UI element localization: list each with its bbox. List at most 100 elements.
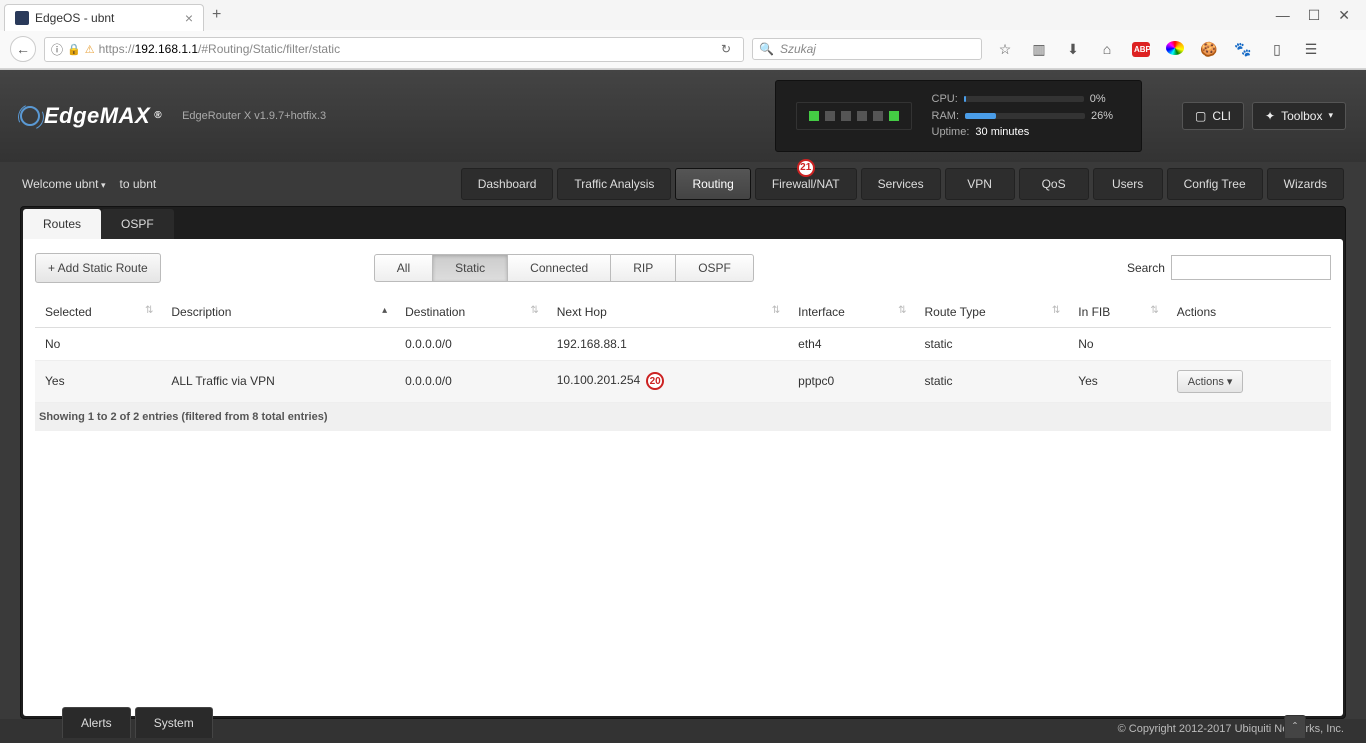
cli-label: CLI [1212,109,1231,123]
col-next-hop[interactable]: Next Hop [547,297,788,328]
cpu-bar [964,96,1084,102]
extension-paw-icon[interactable]: 🐾 [1234,41,1252,58]
filter-static[interactable]: Static [433,254,508,282]
stat-readouts: CPU: 0% RAM: 26% Uptime: 30 minutes [932,91,1122,141]
col-in-fib[interactable]: In FIB [1068,297,1167,328]
port-led-icon [809,111,819,121]
close-window-icon[interactable]: ✕ [1338,7,1350,24]
cpu-label: CPU: [932,91,958,108]
home-icon[interactable]: ⌂ [1098,41,1116,57]
toolbox-label: Toolbox [1281,109,1322,123]
table-search: Search [1127,255,1331,280]
nav-dashboard[interactable]: Dashboard [461,168,554,200]
sidebar-icon[interactable]: ▯ [1268,41,1286,58]
filter-all[interactable]: All [374,254,433,282]
header-buttons: ▢ CLI ✦ Toolbox ▾ [1182,102,1346,130]
device-model: EdgeRouter X v1.9.7+hotfix.3 [182,110,326,122]
row-actions-button[interactable]: Actions ▾ [1177,370,1244,393]
bookmark-star-icon[interactable]: ☆ [996,41,1014,58]
ram-bar [965,113,1085,119]
filter-ospf[interactable]: OSPF [676,254,754,282]
toolbox-button[interactable]: ✦ Toolbox ▾ [1252,102,1346,130]
lock-icon: 🔒 [67,43,81,56]
col-description[interactable]: Description [161,297,395,328]
nav-firewall-nat[interactable]: Firewall/NAT21 [755,168,857,200]
nav-qos[interactable]: QoS [1019,168,1089,200]
search-input[interactable] [1171,255,1331,280]
library-icon[interactable]: ▥ [1030,41,1048,58]
bottom-bar: Alerts System ˆ [0,707,1366,738]
table-footer: Showing 1 to 2 of 2 entries (filtered fr… [35,403,1331,431]
tab-bar: EdgeOS - ubnt × + — ☐ ✕ [0,0,1366,30]
browser-search[interactable]: 🔍 Szukaj [752,38,982,60]
collapse-button[interactable]: ˆ [1284,715,1306,738]
port-led-icon [841,111,851,121]
new-tab-button[interactable]: + [204,6,229,24]
search-placeholder: Szukaj [780,42,816,56]
filter-rip[interactable]: RIP [611,254,676,282]
nav-services[interactable]: Services [861,168,941,200]
browser-tab[interactable]: EdgeOS - ubnt × [4,4,204,31]
nav-config-tree[interactable]: Config Tree [1167,168,1263,200]
nav-users[interactable]: Users [1093,168,1163,200]
downloads-icon[interactable]: ⬇ [1064,41,1082,58]
nav-vpn[interactable]: VPN [945,168,1015,200]
col-interface[interactable]: Interface [788,297,914,328]
url-field[interactable]: ⓘ 🔒 ⚠ https://192.168.1.1/#Routing/Stati… [44,37,744,62]
subtab-routes[interactable]: Routes [23,209,101,239]
welcome-bar: Welcome ubnt to ubnt DashboardTraffic An… [0,162,1366,200]
back-button[interactable]: ← [10,36,36,62]
col-selected[interactable]: Selected [35,297,161,328]
maximize-icon[interactable]: ☐ [1308,7,1321,24]
nav-wizards[interactable]: Wizards [1267,168,1344,200]
url-path: /#Routing/Static/filter/static [198,42,340,56]
address-bar: ← ⓘ 🔒 ⚠ https://192.168.1.1/#Routing/Sta… [0,30,1366,69]
port-led-icon [825,111,835,121]
adblock-icon[interactable]: ABP [1132,42,1150,57]
logo-globe-icon [20,106,40,126]
add-static-route-button[interactable]: + Add Static Route [35,253,161,283]
main-nav: DashboardTraffic AnalysisRoutingFirewall… [461,168,1344,200]
welcome-user-dropdown[interactable]: Welcome ubnt [22,177,106,191]
port-led-icon [889,111,899,121]
nav-traffic-analysis[interactable]: Traffic Analysis [557,168,671,200]
alerts-tab[interactable]: Alerts [62,707,131,738]
cell: eth4 [788,327,914,360]
logo-text: EdgeMAX [44,103,150,129]
extension-cookie-icon[interactable]: 🍪 [1200,41,1218,58]
col-actions[interactable]: Actions [1167,297,1331,328]
search-label: Search [1127,261,1165,275]
cli-button[interactable]: ▢ CLI [1182,102,1244,130]
info-icon[interactable]: ⓘ [51,41,63,58]
app-root: EdgeMAX® EdgeRouter X v1.9.7+hotfix.3 CP… [0,70,1366,743]
reload-icon[interactable]: ↻ [715,42,737,56]
cell: pptpc0 [788,360,914,402]
port-led-icon [857,111,867,121]
table-row: No0.0.0.0/0192.168.88.1eth4staticNo [35,327,1331,360]
cell: 0.0.0.0/0 [395,327,547,360]
filter-connected[interactable]: Connected [508,254,611,282]
cell: Yes [1068,360,1167,402]
subtab-ospf[interactable]: OSPF [101,209,174,239]
security-warning-icon: ⚠ [85,43,95,56]
close-tab-icon[interactable]: × [185,10,193,26]
minimize-icon[interactable]: — [1276,7,1290,24]
system-tab[interactable]: System [135,707,213,738]
sub-tabs: RoutesOSPF [23,209,1343,239]
nav-routing[interactable]: Routing [675,168,750,200]
browser-chrome: EdgeOS - ubnt × + — ☐ ✕ ← ⓘ 🔒 ⚠ https://… [0,0,1366,70]
extension-rainbow-icon[interactable] [1166,41,1184,58]
cell: No [1068,327,1167,360]
col-destination[interactable]: Destination [395,297,547,328]
annotation-badge: 20 [646,372,664,390]
cell: Actions ▾ [1167,360,1331,402]
stats-panel: CPU: 0% RAM: 26% Uptime: 30 minutes [775,80,1143,152]
logo: EdgeMAX® [20,103,162,129]
tab-title: EdgeOS - ubnt [35,11,114,25]
content-frame: RoutesOSPF + Add Static Route AllStaticC… [20,206,1346,719]
col-route-type[interactable]: Route Type [915,297,1069,328]
routes-panel: + Add Static Route AllStaticConnectedRIP… [23,239,1343,716]
panel-toolbar: + Add Static Route AllStaticConnectedRIP… [35,253,1331,283]
hamburger-menu-icon[interactable]: ☰ [1302,41,1320,58]
routes-table: SelectedDescriptionDestinationNext HopIn… [35,297,1331,403]
